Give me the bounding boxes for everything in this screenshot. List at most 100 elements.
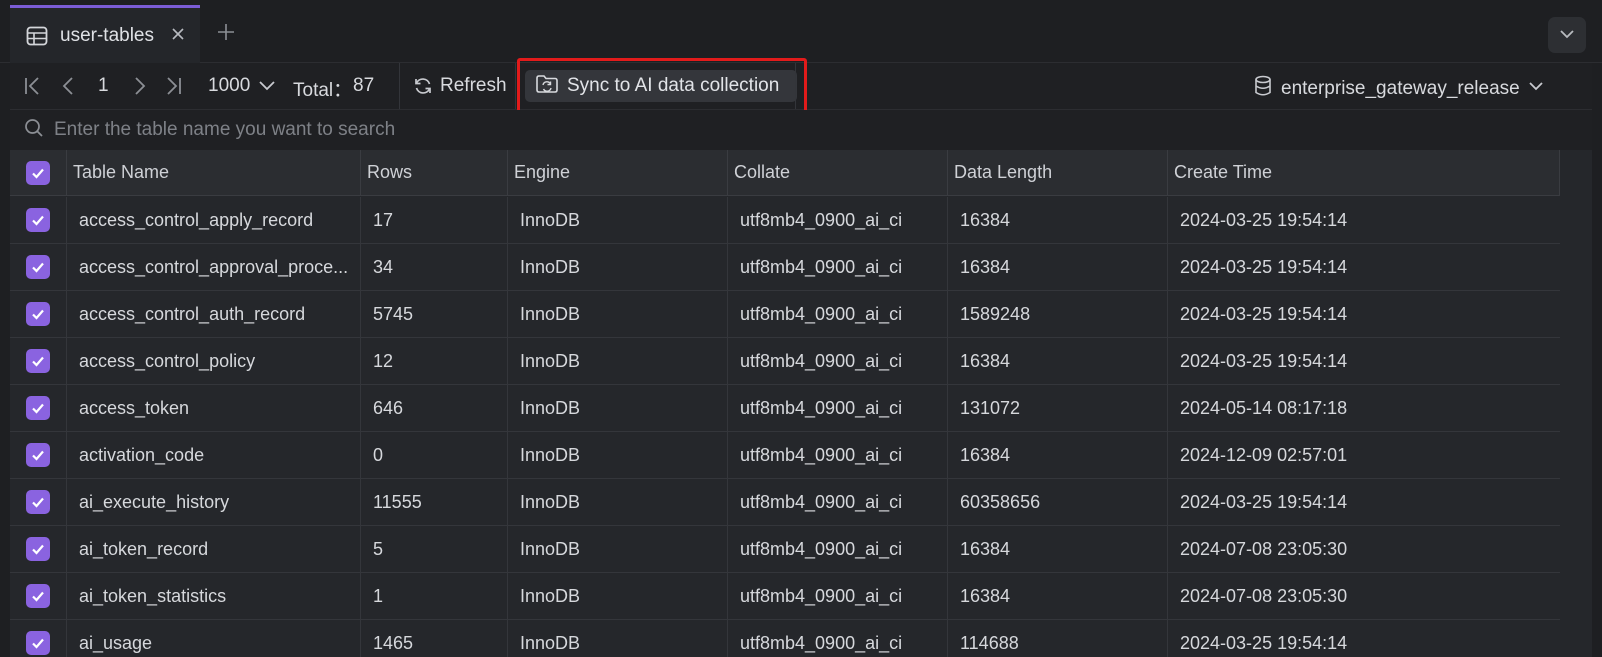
rows-cell-text: 34 <box>373 256 394 277</box>
column-header-collate[interactable]: Collate <box>728 150 948 195</box>
data-length-cell: 16384 <box>948 573 1168 619</box>
select-all-checkbox[interactable] <box>26 160 50 185</box>
create-time-cell: 2024-03-25 19:54:14 <box>1168 197 1560 243</box>
collate-cell-text: utf8mb4_0900_ai_ci <box>740 256 903 277</box>
data-length-cell-text: 16384 <box>960 444 1011 465</box>
engine-cell: InnoDB <box>508 385 728 431</box>
table-row[interactable]: ai_usage 1465 InnoDB utf8mb4_0900_ai_ci 1146… <box>10 620 1560 657</box>
data-length-cell: 114688 <box>948 620 1168 657</box>
table-name-cell-text: ai_token_record <box>79 538 209 559</box>
row-checkbox[interactable] <box>26 349 50 373</box>
table-name-cell-text: activation_code <box>79 444 205 465</box>
row-checkbox[interactable] <box>26 490 50 514</box>
row-select-cell <box>10 526 67 572</box>
column-header-create-time[interactable]: Create Time <box>1168 150 1560 195</box>
rows-cell: 646 <box>361 385 508 431</box>
table-icon <box>26 25 48 47</box>
page-number[interactable]: 1 <box>98 75 109 97</box>
sync-to-ai-button[interactable]: Sync to AI data collection <box>525 70 797 102</box>
column-header-data-length[interactable]: Data Length <box>948 150 1168 195</box>
create-time-cell-text: 2024-03-25 19:54:14 <box>1180 303 1348 324</box>
close-icon[interactable] <box>170 26 186 42</box>
table-name-cell: ai_token_record <box>67 526 361 572</box>
create-time-cell-text: 2024-05-14 08:17:18 <box>1180 397 1348 418</box>
column-header-table-name[interactable]: Table Name <box>67 150 361 195</box>
rows-cell-text: 5745 <box>373 303 414 324</box>
table-row[interactable]: ai_token_statistics 1 InnoDB utf8mb4_0900_a… <box>10 573 1560 620</box>
page-size-select[interactable]: 1000 <box>208 75 250 97</box>
next-page-icon[interactable] <box>130 75 150 97</box>
create-time-cell: 2024-12-09 02:57:01 <box>1168 432 1560 478</box>
last-page-icon[interactable] <box>164 75 184 97</box>
column-header-rows[interactable]: Rows <box>361 150 508 195</box>
table-name-cell: access_control_approval_proce... <box>67 244 361 290</box>
database-select[interactable]: enterprise_gateway_release <box>1254 75 1544 102</box>
data-length-cell-text: 16384 <box>960 209 1011 230</box>
tab-bar: user-tables <box>0 0 1602 63</box>
rows-cell-text: 646 <box>373 397 404 418</box>
tab-user-tables[interactable]: user-tables <box>10 5 200 63</box>
rows-cell: 11555 <box>361 479 508 525</box>
data-length-cell-text: 131072 <box>960 397 1021 418</box>
create-time-cell-text: 2024-12-09 02:57:01 <box>1180 444 1348 465</box>
rows-cell-text: 17 <box>373 209 394 230</box>
prev-page-icon[interactable] <box>58 75 78 97</box>
row-checkbox[interactable] <box>26 396 50 420</box>
row-checkbox[interactable] <box>26 208 50 232</box>
chevron-down-icon <box>1559 26 1575 44</box>
database-icon <box>1254 75 1272 102</box>
create-time-cell: 2024-05-14 08:17:18 <box>1168 385 1560 431</box>
app-window: user-tables 1 1000 Total： 87 Refresh Syn… <box>0 0 1602 657</box>
row-checkbox[interactable] <box>26 302 50 326</box>
table-row[interactable]: access_control_apply_record 17 InnoDB utf8m… <box>10 197 1560 244</box>
table-row[interactable]: ai_token_record 5 InnoDB utf8mb4_0900_ai_ci… <box>10 526 1560 573</box>
engine-cell: InnoDB <box>508 479 728 525</box>
table-row[interactable]: access_token 646 InnoDB utf8mb4_0900_ai_ci 1… <box>10 385 1560 432</box>
row-select-cell <box>10 197 67 243</box>
collate-cell: utf8mb4_0900_ai_ci <box>728 291 948 337</box>
tab-list-button[interactable] <box>1548 17 1586 53</box>
table-row[interactable]: access_control_approval_proce... 34 InnoDB… <box>10 244 1560 291</box>
table-name-cell: ai_token_statistics <box>67 573 361 619</box>
add-tab-icon[interactable] <box>216 22 236 42</box>
collate-cell-text: utf8mb4_0900_ai_ci <box>740 585 903 606</box>
data-length-cell: 1589248 <box>948 291 1168 337</box>
rows-cell: 0 <box>361 432 508 478</box>
column-header-engine[interactable]: Engine <box>508 150 728 195</box>
chevron-down-icon <box>1528 80 1544 98</box>
chevron-down-icon[interactable] <box>258 78 276 94</box>
table-row[interactable]: access_control_auth_record 5745 InnoDB utf8… <box>10 291 1560 338</box>
row-select-cell <box>10 432 67 478</box>
table-row[interactable]: access_control_policy 12 InnoDB utf8mb4_090… <box>10 338 1560 385</box>
collate-cell-text: utf8mb4_0900_ai_ci <box>740 538 903 559</box>
engine-cell-text: InnoDB <box>520 585 581 606</box>
rows-cell-text: 1465 <box>373 632 414 653</box>
row-checkbox[interactable] <box>26 537 50 561</box>
row-checkbox[interactable] <box>26 443 50 467</box>
row-checkbox[interactable] <box>26 631 50 655</box>
table-name-cell: access_control_policy <box>67 338 361 384</box>
collate-cell: utf8mb4_0900_ai_ci <box>728 620 948 657</box>
row-checkbox[interactable] <box>26 255 50 279</box>
tables-grid: Table Name Rows Engine Collate Data Leng… <box>10 150 1592 657</box>
row-select-cell <box>10 338 67 384</box>
row-checkbox[interactable] <box>26 584 50 608</box>
search-input[interactable] <box>54 115 1554 145</box>
first-page-icon[interactable] <box>22 75 42 97</box>
data-length-cell-text: 16384 <box>960 538 1011 559</box>
engine-cell-text: InnoDB <box>520 397 581 418</box>
create-time-cell-text: 2024-03-25 19:54:14 <box>1180 491 1348 512</box>
collate-cell-text: utf8mb4_0900_ai_ci <box>740 209 903 230</box>
data-length-cell: 16384 <box>948 338 1168 384</box>
data-length-cell: 16384 <box>948 526 1168 572</box>
refresh-icon[interactable] <box>412 75 434 97</box>
create-time-cell-text: 2024-03-25 19:54:14 <box>1180 632 1348 653</box>
table-name-cell-text: access_control_apply_record <box>79 209 314 230</box>
engine-cell-text: InnoDB <box>520 491 581 512</box>
table-row[interactable]: activation_code 0 InnoDB utf8mb4_0900_ai_ci… <box>10 432 1560 479</box>
row-select-cell <box>10 573 67 619</box>
table-name-cell: activation_code <box>67 432 361 478</box>
table-row[interactable]: ai_execute_history 11555 InnoDB utf8mb4_090… <box>10 479 1560 526</box>
create-time-cell-text: 2024-07-08 23:05:30 <box>1180 538 1348 559</box>
refresh-button[interactable]: Refresh <box>440 75 507 97</box>
